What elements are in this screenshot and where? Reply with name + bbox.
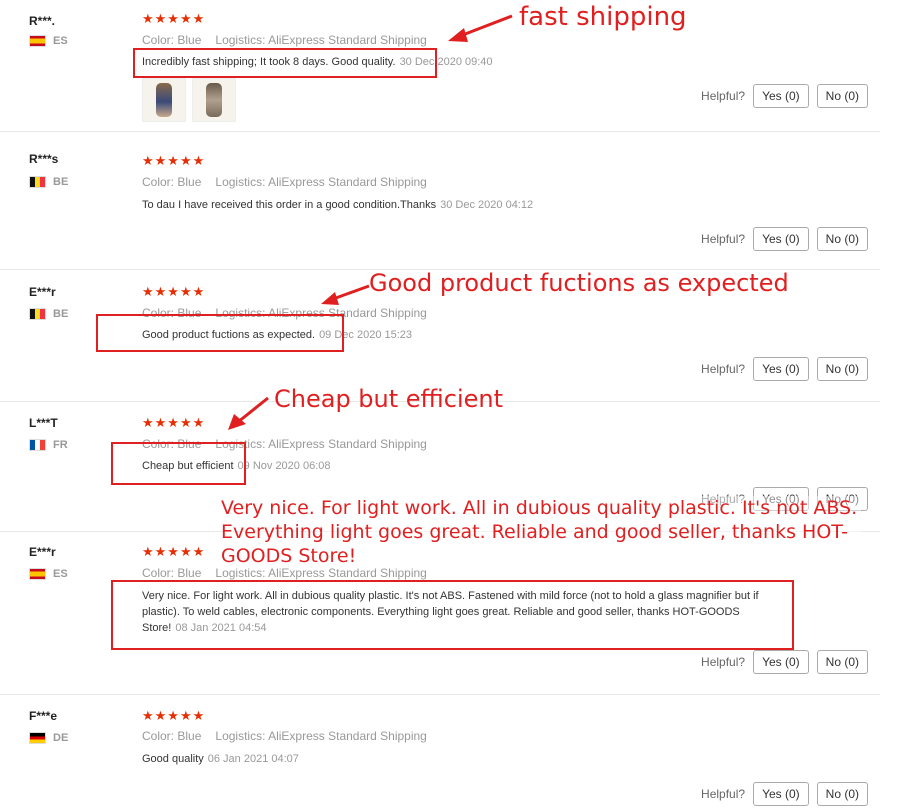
highlight-box (111, 442, 246, 485)
reviewer-name: L***T (29, 416, 58, 430)
helpful-row: Helpful? Yes (0) No (0) (701, 227, 868, 251)
star-rating: ★★★★★ (142, 708, 206, 723)
arrow-icon (228, 396, 269, 430)
review-date: 09 Nov 2020 06:08 (237, 460, 331, 472)
star-rating: ★★★★★ (142, 544, 206, 559)
helpful-yes-button[interactable]: Yes (0) (753, 650, 809, 674)
flag-be-icon (29, 308, 46, 320)
helpful-yes-button[interactable]: Yes (0) (753, 227, 809, 251)
reviewer-country: FR (29, 439, 68, 451)
flag-be-icon (29, 176, 46, 188)
helpful-row: Helpful? Yes (0) No (0) (701, 357, 868, 381)
flag-fr-icon (29, 439, 46, 451)
reviewer-country: BE (29, 308, 68, 320)
helpful-no-button[interactable]: No (0) (816, 650, 868, 674)
review-photos (142, 78, 236, 122)
reviewer-name: R***. (29, 14, 56, 28)
review-photo-thumbnail[interactable] (192, 78, 236, 122)
star-rating: ★★★★★ (142, 11, 206, 26)
review-text: Good quality 06 Jan 2021 04:07 (142, 753, 299, 765)
reviewer-country: ES (29, 568, 68, 580)
arrow-icon (448, 14, 513, 42)
reviewer-country: BE (29, 176, 68, 188)
review-date: 30 Dec 2020 04:12 (440, 199, 534, 211)
highlight-box (96, 314, 344, 352)
annotation-text: Good product fuctions as expected (369, 269, 789, 297)
review-text: To dau I have received this order in a g… (142, 199, 534, 211)
review-item: R***s BE ★★★★★ Color: Blue Logistics: Ali… (0, 131, 880, 270)
review-item: F***e DE ★★★★★ Color: Blue Logistics: Ali… (0, 694, 880, 812)
helpful-row: Helpful? Yes (0) No (0) (701, 782, 868, 806)
review-photo-thumbnail[interactable] (142, 78, 186, 122)
helpful-label: Helpful? (701, 787, 746, 801)
helpful-yes-button[interactable]: Yes (0) (753, 782, 809, 806)
helpful-row: Helpful? Yes (0) No (0) (701, 650, 868, 674)
reviewer-name: E***r (29, 285, 56, 299)
annotation-text: Very nice. For light work. All in dubiou… (221, 496, 861, 568)
helpful-yes-button[interactable]: Yes (0) (753, 357, 809, 381)
reviewer-name: R***s (29, 152, 59, 166)
review-meta: Color: Blue Logistics: AliExpress Standar… (142, 729, 427, 743)
highlight-box (133, 48, 437, 78)
review-meta: Color: Blue Logistics: AliExpress Standar… (142, 566, 427, 580)
star-rating: ★★★★★ (142, 415, 206, 430)
helpful-no-button[interactable]: No (0) (816, 227, 868, 251)
reviewer-country: DE (29, 732, 68, 744)
reviewer-country: ES (29, 35, 68, 47)
helpful-label: Helpful? (701, 232, 746, 246)
helpful-no-button[interactable]: No (0) (816, 782, 868, 806)
review-date: 06 Jan 2021 04:07 (207, 753, 299, 765)
review-meta: Color: Blue Logistics: AliExpress Standar… (142, 175, 427, 189)
helpful-label: Helpful? (701, 89, 746, 103)
helpful-no-button[interactable]: No (0) (816, 357, 868, 381)
flag-es-icon (29, 35, 46, 47)
flag-es-icon (29, 568, 46, 580)
helpful-yes-button[interactable]: Yes (0) (753, 84, 809, 108)
helpful-label: Helpful? (701, 362, 746, 376)
helpful-no-button[interactable]: No (0) (816, 84, 868, 108)
reviewer-name: F***e (29, 709, 58, 723)
helpful-row: Helpful? Yes (0) No (0) (701, 84, 868, 108)
arrow-icon (321, 284, 370, 305)
annotation-text: Cheap but efficient (274, 385, 504, 413)
star-rating: ★★★★★ (142, 284, 206, 299)
flag-de-icon (29, 732, 46, 744)
annotation-text: fast shipping (519, 2, 687, 32)
reviewer-name: E***r (29, 545, 56, 559)
helpful-label: Helpful? (701, 655, 746, 669)
highlight-box (111, 580, 794, 650)
review-meta: Color: Blue Logistics: AliExpress Standar… (142, 33, 427, 47)
star-rating: ★★★★★ (142, 153, 206, 168)
